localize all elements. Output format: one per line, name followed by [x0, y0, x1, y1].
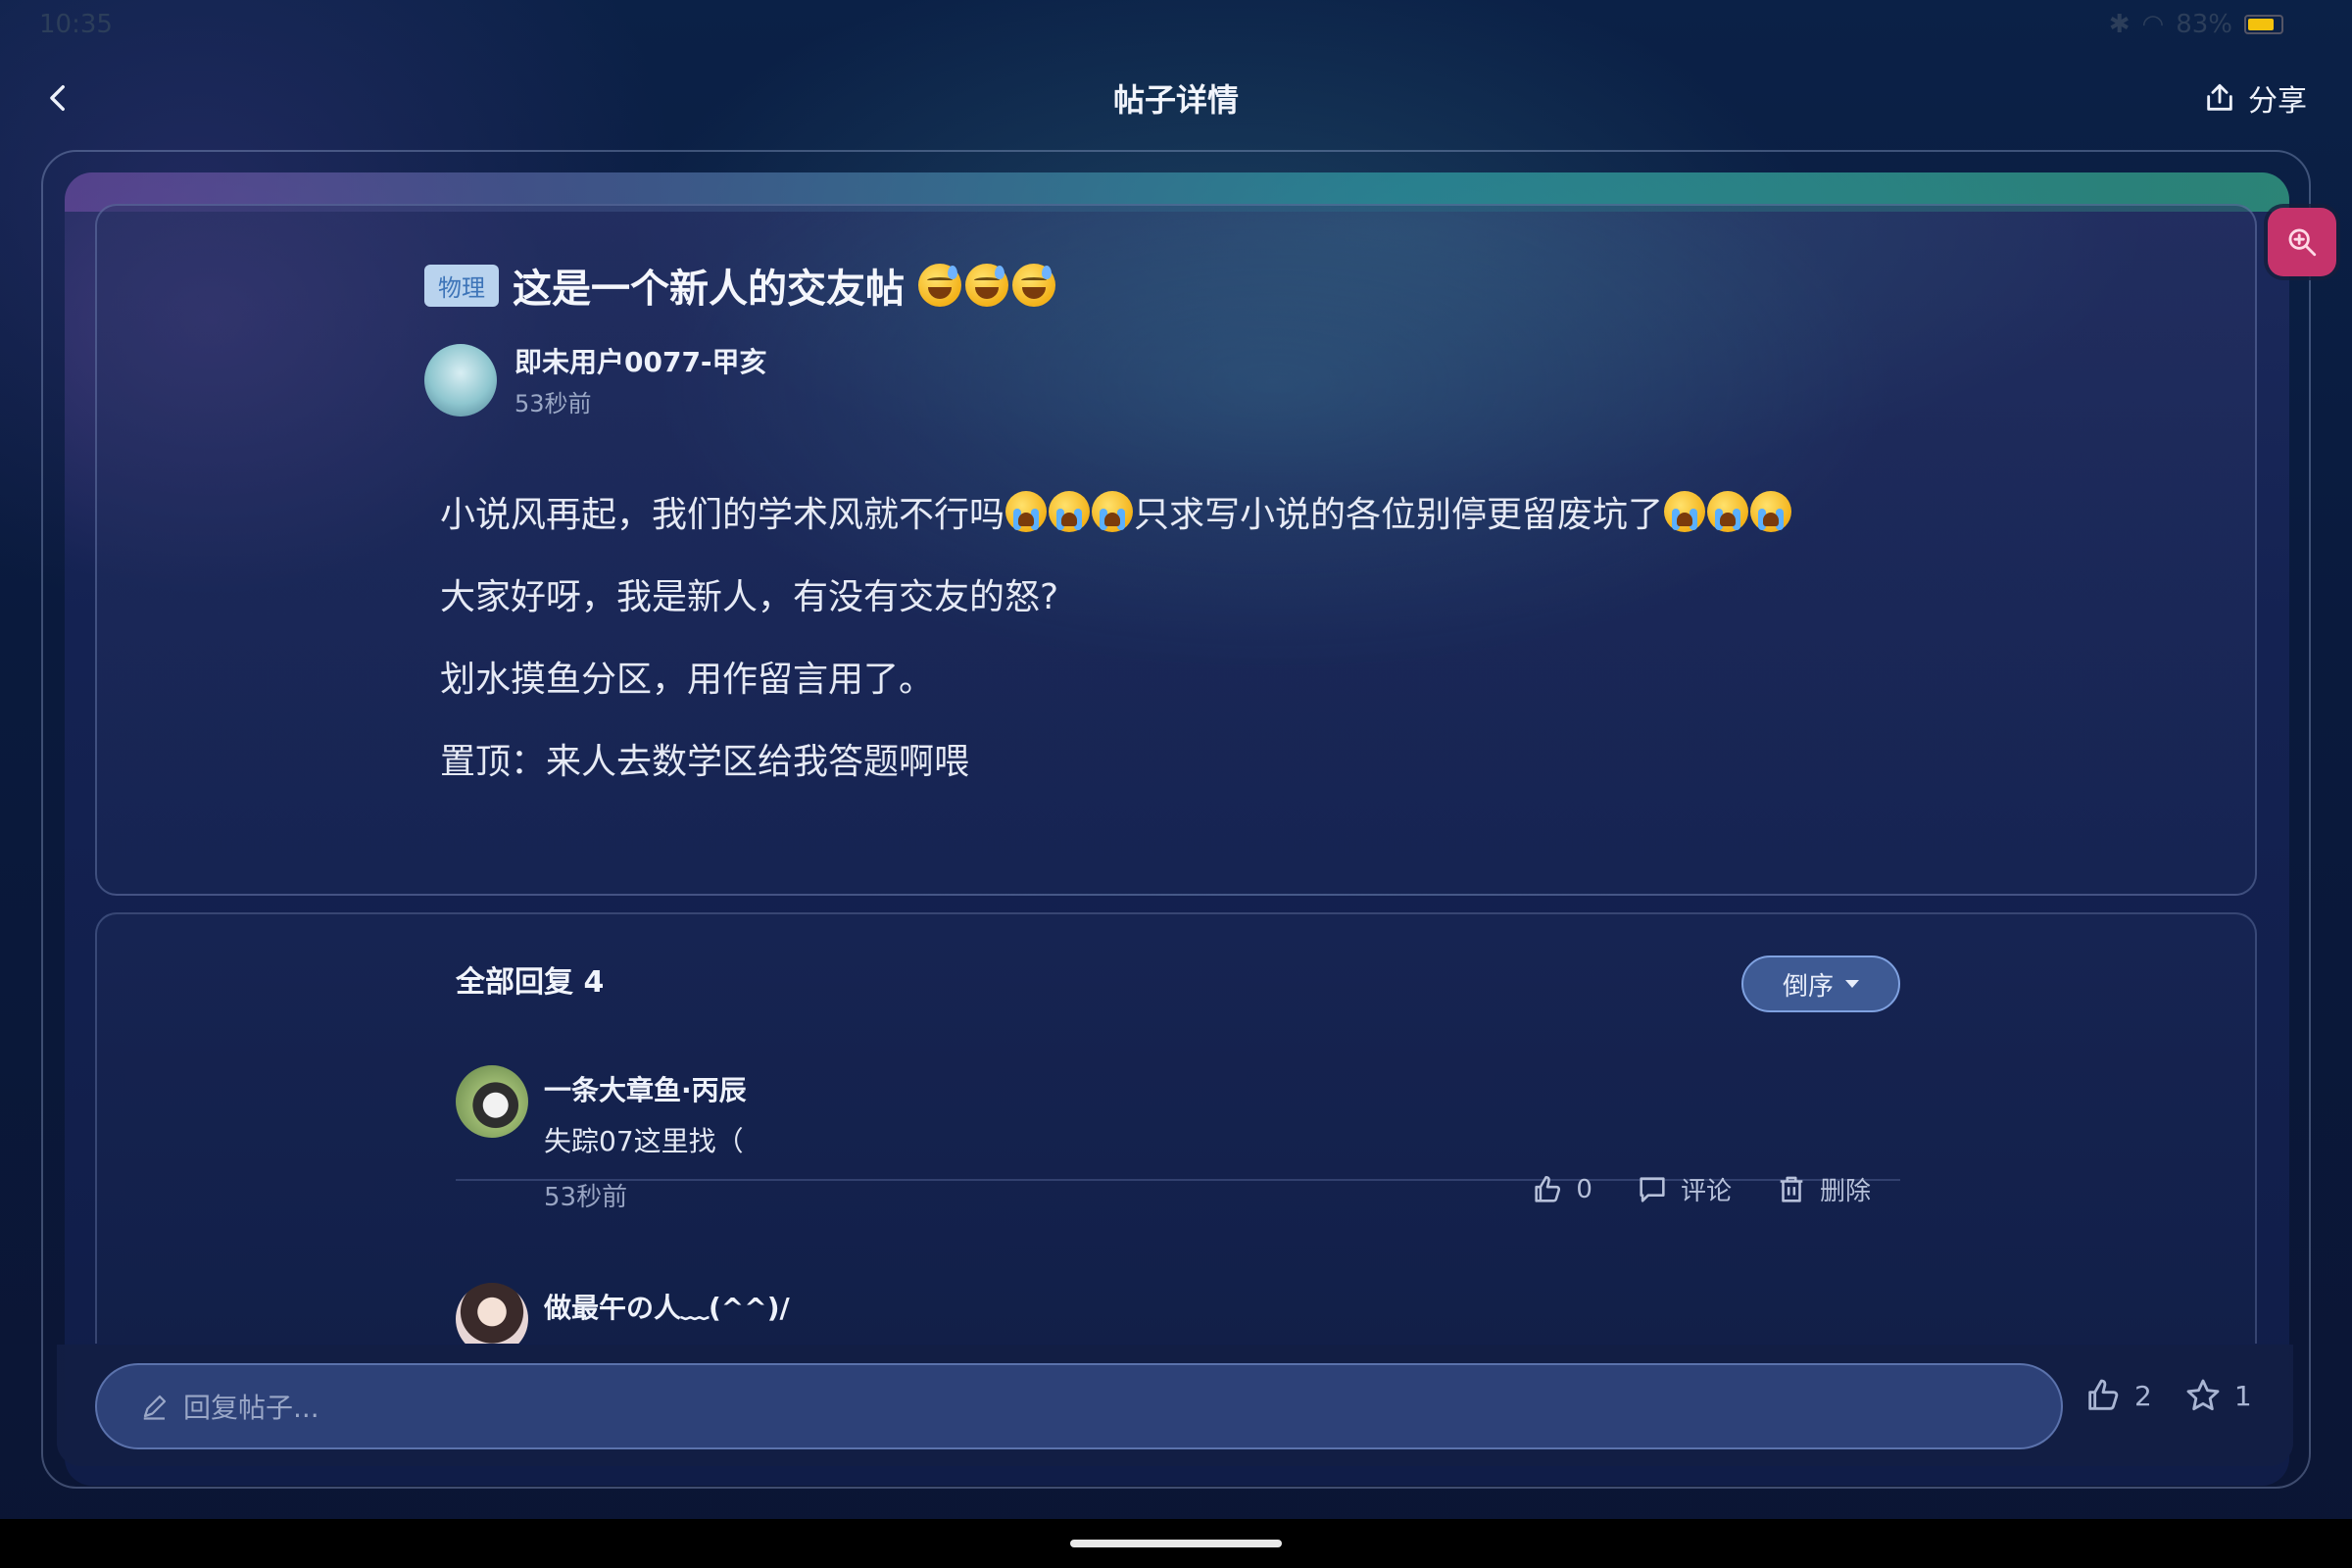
thumbs-up-icon	[1535, 1175, 1561, 1202]
status-bar: 10:35 ✱ ◠ 83%	[0, 0, 2352, 49]
reply-input[interactable]: 回复帖子...	[95, 1363, 2063, 1449]
reply-avatar[interactable]	[456, 1283, 528, 1344]
crying-emoji-icon	[1092, 491, 1134, 532]
share-button[interactable]: 分享	[2203, 71, 2307, 125]
reply-author-name[interactable]: 做最午の人﹏(^^)/	[544, 1287, 790, 1326]
post-author[interactable]: 即未用户0077-甲亥 53秒前	[424, 341, 767, 418]
top-header: 帖子详情 分享	[0, 59, 2352, 137]
sweat-smile-emoji-icon	[965, 264, 1008, 307]
star-icon	[2186, 1379, 2220, 1411]
reply-comment-label: 评论	[1680, 1177, 1732, 1206]
sweat-smile-emoji-icon	[1012, 264, 1055, 307]
zoom-button[interactable]	[2268, 208, 2336, 276]
status-time: 10:35	[39, 10, 113, 39]
crying-emoji-icon	[1750, 491, 1792, 532]
reply-comment-button[interactable]: 评论	[1636, 1171, 1732, 1207]
reply-delete-button[interactable]: 删除	[1775, 1171, 1871, 1207]
post-time: 53秒前	[514, 390, 592, 417]
post-line: 小说风再起，我们的学术风就不行吗 只求写小说的各位别停更留废坑了	[440, 470, 1792, 553]
post-like-count: 2	[2134, 1379, 2152, 1412]
back-button[interactable]	[29, 69, 88, 127]
reply-input-placeholder: 回复帖子...	[183, 1392, 319, 1424]
crying-emoji-icon	[1049, 491, 1091, 532]
post-line: 置顶：来人去数学区给我答题啊喂	[440, 742, 970, 782]
trash-icon	[1780, 1176, 1803, 1202]
status-indicators: ✱ ◠ 83%	[2109, 10, 2283, 39]
post-card: 物理 这是一个新人的交友帖 即未用户0077-甲亥 53秒前 小说风再起，我们的…	[95, 204, 2257, 896]
reply-avatar[interactable]	[456, 1065, 528, 1138]
post-line: 划水摸鱼分区，用作留言用了。	[440, 660, 935, 700]
comment-icon	[1640, 1176, 1665, 1202]
pencil-icon	[143, 1395, 167, 1420]
crying-emoji-icon	[1005, 491, 1048, 532]
reply-delete-label: 删除	[1819, 1177, 1871, 1206]
category-tag[interactable]: 物理	[424, 264, 499, 307]
post-favorite-button[interactable]: 1	[2183, 1376, 2252, 1415]
post-line: 大家好呀，我是新人，有没有交友的怒?	[440, 577, 1059, 617]
reply-author-name[interactable]: 一条大章鱼·丙辰	[544, 1069, 747, 1108]
replies-section: 全部回复 4 倒序 一条大章鱼·丙辰 失踪07这里找（ 53秒前 0 评论 删除…	[95, 912, 2257, 1344]
reply-like-button[interactable]: 0	[1531, 1173, 1592, 1206]
title-emojis	[918, 264, 1055, 307]
reply-text: 失踪07这里找（	[544, 1125, 744, 1157]
author-name[interactable]: 即未用户0077-甲亥	[514, 341, 767, 380]
post-title-row: 物理 这是一个新人的交友帖	[424, 257, 1055, 314]
post-line-text: 小说风再起，我们的学术风就不行吗	[440, 495, 1005, 535]
wifi-icon: ◠	[2141, 10, 2165, 39]
sort-dropdown[interactable]: 倒序	[1741, 956, 1900, 1012]
post-body: 小说风再起，我们的学术风就不行吗 只求写小说的各位别停更留废坑了 大家好呀，我是…	[440, 470, 1792, 800]
replies-count-header: 全部回复 4	[456, 965, 605, 1000]
thumbs-up-icon	[2088, 1379, 2119, 1410]
reply-like-count: 0	[1576, 1174, 1592, 1204]
app-screen: 10:35 ✱ ◠ 83% 帖子详情 分享 物理 这是一个新人的交友帖 即未用户…	[0, 0, 2352, 1568]
sort-label: 倒序	[1782, 971, 1834, 1002]
reply-time: 53秒前	[544, 1183, 628, 1212]
share-label: 分享	[2248, 84, 2307, 119]
battery-icon	[2244, 15, 2283, 34]
page-title: 帖子详情	[1112, 81, 1239, 119]
post-title: 这是一个新人的交友帖	[513, 267, 905, 312]
reply-actions: 0 评论 删除	[1531, 1171, 1871, 1207]
post-line-text: 只求写小说的各位别停更留废坑了	[1134, 495, 1664, 535]
home-indicator[interactable]	[1070, 1540, 1282, 1547]
share-icon	[2207, 83, 2232, 111]
bluetooth-icon: ✱	[2108, 10, 2131, 39]
post-favorite-count: 1	[2233, 1379, 2252, 1412]
post-like-button[interactable]: 2	[2083, 1376, 2152, 1415]
battery-percent: 83%	[2176, 10, 2232, 39]
crying-emoji-icon	[1664, 491, 1706, 532]
author-avatar[interactable]	[424, 343, 497, 416]
chevron-left-icon	[50, 84, 65, 112]
zoom-in-icon	[2288, 228, 2317, 257]
post-actions: 2 1	[2083, 1376, 2252, 1415]
sweat-smile-emoji-icon	[918, 264, 961, 307]
reply-item: 一条大章鱼·丙辰 失踪07这里找（ 53秒前 0 评论 删除	[456, 1065, 1900, 1212]
caret-down-icon	[1845, 980, 1859, 988]
crying-emoji-icon	[1707, 491, 1749, 532]
